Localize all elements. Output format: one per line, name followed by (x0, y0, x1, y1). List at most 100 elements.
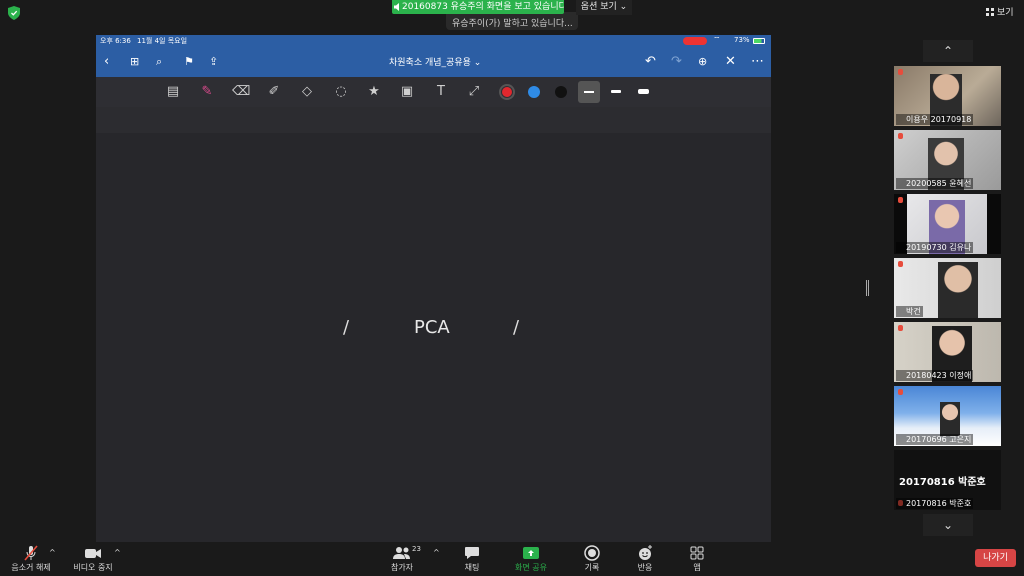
view-options-button[interactable]: 옵션 보기 ⌄ (576, 0, 632, 15)
chevron-up-icon: ⌃ (942, 44, 954, 58)
add-page-icon[interactable]: ⊕ (698, 55, 707, 68)
view-options-label: 옵션 보기 (580, 2, 617, 12)
video-options-caret[interactable]: ^ (114, 548, 121, 557)
ipad-status-bar: 오후 6:36 11월 4일 목요일 ⌔ 73% (96, 35, 771, 47)
participant-video (940, 402, 960, 436)
muted-mic-icon (24, 545, 38, 561)
participant-tile[interactable]: 20180423 이정애 (894, 322, 1001, 382)
document-title[interactable]: 차원축소 개념_공유용 ⌄ (389, 55, 481, 68)
pen-tool-icon[interactable]: ✎ (199, 85, 215, 99)
stroke-width-thick[interactable] (638, 89, 649, 94)
pen-color-blue[interactable] (528, 86, 540, 98)
reactions-button[interactable]: 반응 (630, 542, 660, 576)
participant-tile[interactable]: 20170696 고은지 (894, 386, 1001, 446)
muted-mic-icon (898, 389, 903, 395)
participant-tile[interactable]: 이용우 20170918 (894, 66, 1001, 126)
chat-icon (465, 547, 479, 559)
apps-label: 앱 (693, 563, 701, 572)
image-tool-icon[interactable]: ▣ (399, 85, 415, 99)
chevron-down-icon: ⌄ (619, 2, 628, 12)
search-icon[interactable]: ⌕ (156, 55, 162, 68)
video-camera-icon (85, 549, 101, 558)
page-header-strip (96, 107, 771, 133)
recording-indicator (683, 37, 707, 45)
participant-name: 20190730 김유나 (896, 242, 974, 253)
ipad-battery: 73% (734, 36, 750, 44)
share-screen-label: 화면 공유 (515, 563, 547, 572)
unmute-label: 음소거 해제 (11, 563, 51, 572)
back-icon[interactable]: ‹ (104, 55, 109, 68)
panel-resize-handle[interactable] (866, 280, 869, 296)
pen-color-black[interactable] (555, 86, 567, 98)
more-icon[interactable]: ⋯ (751, 55, 764, 68)
leave-meeting-button[interactable]: 나가기 (975, 549, 1016, 567)
view-button[interactable]: 보기 (986, 5, 1014, 18)
stop-video-button[interactable]: 비디오 중지 (70, 542, 116, 576)
stop-video-label: 비디오 중지 (73, 563, 113, 572)
read-mode-icon[interactable]: ▤ (165, 85, 181, 99)
gallery-up-button[interactable]: ⌃ (923, 40, 973, 62)
shared-screen[interactable]: 오후 6:36 11월 4일 목요일 ⌔ 73% ‹ ⊞ ⌕ ⚑ ⇪ 차원축소 … (96, 35, 771, 542)
participants-label: 참가자 (390, 563, 414, 572)
muted-mic-icon (898, 133, 903, 139)
eraser-tool-icon[interactable]: ⌫ (232, 85, 250, 99)
apps-button[interactable]: 앱 (684, 542, 710, 576)
reactions-icon (639, 545, 652, 560)
muted-mic-icon (898, 325, 903, 331)
wifi-icon: ⌔ (713, 35, 721, 44)
share-screen-button[interactable]: 화면 공유 (510, 542, 552, 576)
chat-label: 채팅 (464, 563, 480, 572)
share-screen-icon (523, 547, 539, 559)
text-tool-icon[interactable]: T (433, 85, 449, 99)
laser-pointer-icon[interactable]: ⤢ (466, 85, 482, 99)
handwritten-slash-left: / (343, 317, 350, 338)
share-icon[interactable]: ⇪ (209, 55, 218, 68)
viewing-share-banner[interactable]: 20160873 유승주의 화면을 보고 있습니다. (392, 0, 564, 14)
close-icon[interactable]: ✕ (725, 55, 736, 68)
shape-tool-icon[interactable]: ◇ (299, 85, 315, 99)
viewing-share-text: 20160873 유승주의 화면을 보고 있습니다. (402, 2, 564, 12)
lasso-tool-icon[interactable]: ◌ (333, 85, 349, 99)
handwritten-slash-right: / (513, 317, 520, 338)
stroke-width-thin[interactable] (578, 81, 600, 103)
drawing-toolbar: ▤ ✎ ⌫ ✐ ◇ ◌ ★ ▣ T ⤢ (96, 77, 771, 107)
gallery-down-button[interactable]: ⌄ (923, 514, 973, 536)
pen-color-red[interactable] (499, 84, 515, 100)
undo-icon[interactable]: ↶ (645, 55, 656, 68)
ipad-date: 11월 4일 목요일 (137, 37, 188, 45)
battery-icon (753, 38, 765, 44)
participant-name: 20180423 이정애 (896, 370, 974, 381)
ipad-time: 오후 6:36 (100, 37, 131, 45)
stroke-width-medium[interactable] (611, 90, 621, 93)
participant-name: 20170816 박준호 (896, 498, 974, 509)
handwritten-pca: PCA (414, 317, 450, 338)
bookmark-icon[interactable]: ⚑ (184, 55, 194, 68)
view-button-label: 보기 (997, 8, 1014, 18)
redo-icon[interactable]: ↷ (671, 55, 682, 68)
speaking-text: 유승주이(가) 말하고 있습니다... (452, 19, 573, 29)
participants-options-caret[interactable]: ^ (433, 548, 440, 557)
audio-options-caret[interactable]: ^ (49, 548, 56, 557)
unmute-button[interactable]: 음소거 해제 (8, 542, 54, 576)
participant-tile[interactable]: 20170816 박준호 20170816 박준호 (894, 450, 1001, 510)
participant-placeholder-name: 20170816 박준호 (899, 477, 986, 488)
document-title-text: 차원축소 개념_공유용 (389, 58, 471, 68)
chevron-down-icon: ⌄ (942, 518, 954, 532)
apps-icon (690, 546, 704, 560)
participant-name: 박건 (896, 306, 923, 317)
thumbnails-icon[interactable]: ⊞ (130, 55, 139, 68)
participant-tile[interactable]: 박건 (894, 258, 1001, 318)
participant-tile[interactable]: 20190730 김유나 (894, 194, 1001, 254)
record-icon (584, 545, 600, 561)
chat-button[interactable]: 채팅 (456, 542, 488, 576)
leave-label: 나가기 (983, 553, 1008, 563)
chevron-down-icon: ⌄ (473, 58, 482, 68)
record-button[interactable]: 기록 (577, 542, 607, 576)
highlighter-tool-icon[interactable]: ✐ (266, 85, 282, 99)
security-shield-icon[interactable] (8, 6, 20, 20)
participant-tile[interactable]: 20200585 윤혜선 (894, 130, 1001, 190)
sticker-tool-icon[interactable]: ★ (366, 85, 382, 99)
note-canvas[interactable]: / PCA / (96, 107, 771, 542)
participant-name: 20170696 고은지 (896, 434, 974, 445)
record-label: 기록 (584, 563, 600, 572)
